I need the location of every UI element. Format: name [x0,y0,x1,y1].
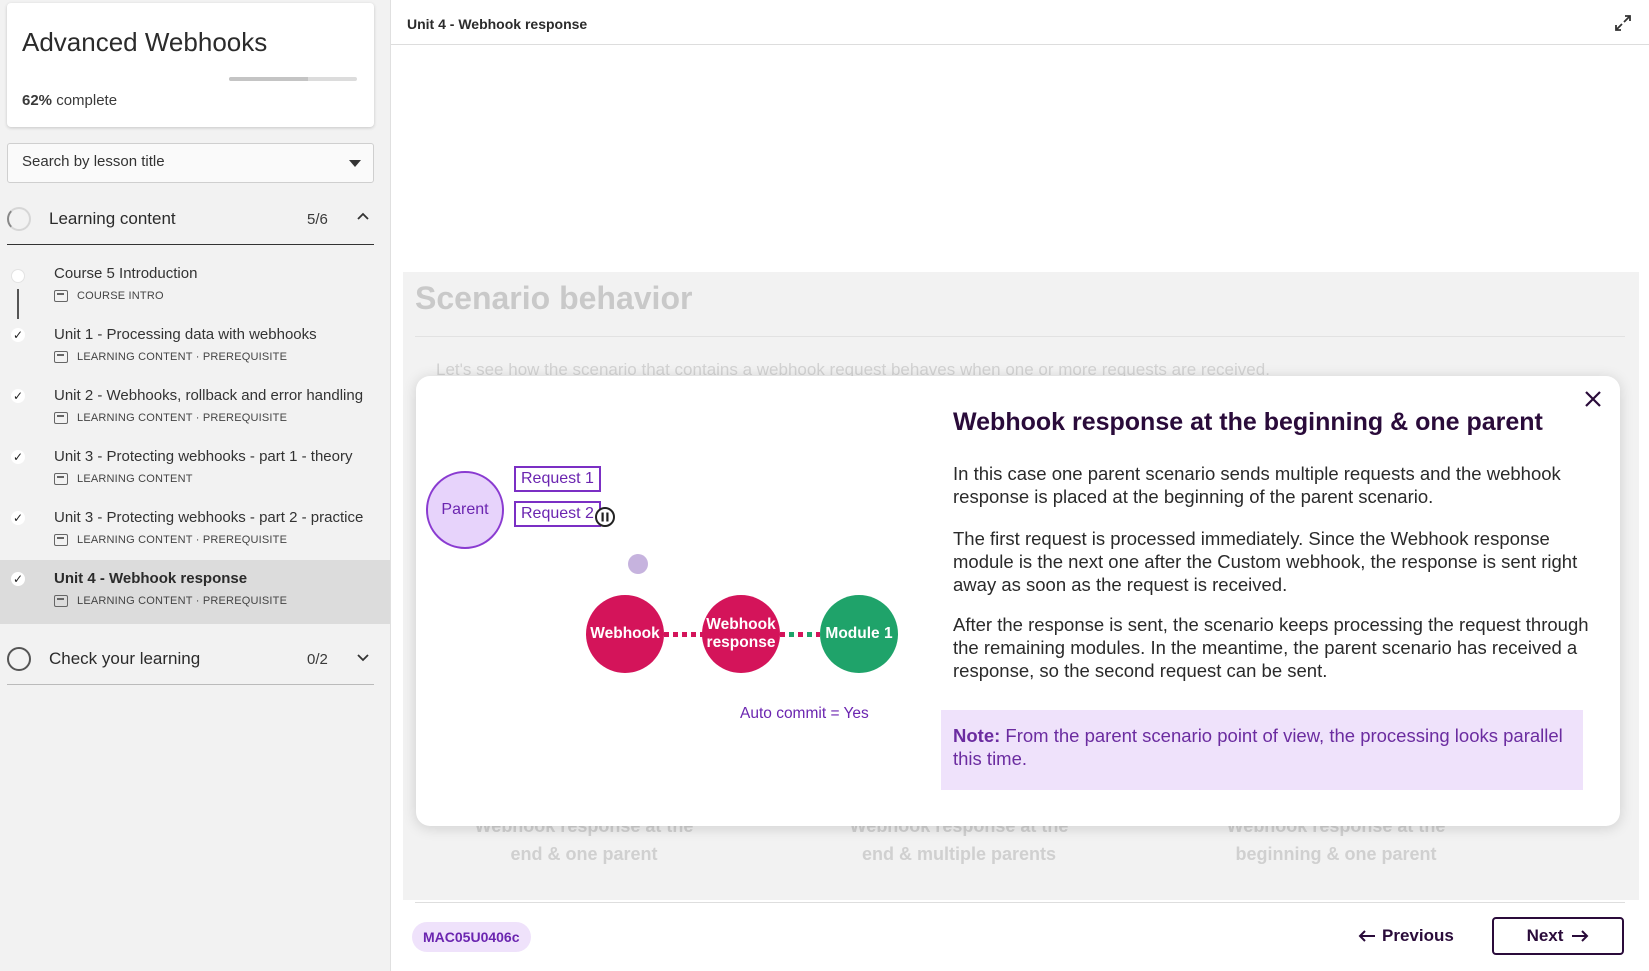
modal-paragraph: After the response is sent, the scenario… [953,614,1589,681]
modal-paragraph: In this case one parent scenario sends m… [953,463,1561,507]
checkmark-icon: ✓ [11,572,25,586]
connector-dots [664,632,704,637]
lesson-item-intro[interactable]: Course 5 Introduction COURSE INTRO [0,255,390,319]
lesson-title: Unit 4 - Webhook response [54,570,248,587]
parent-node: Parent [426,471,504,549]
module-1-node: Module 1 [820,595,898,673]
checkmark-icon: ✓ [11,450,25,464]
previous-label: Previous [1382,926,1454,945]
checkmark-icon: ✓ [11,389,25,403]
close-icon[interactable] [1582,388,1604,410]
document-icon [54,290,68,302]
lesson-item-unit3-part1[interactable]: ✓ Unit 3 - Protecting webhooks - part 1 … [0,438,390,502]
progress-ring-icon [7,207,31,231]
lesson-item-unit2[interactable]: ✓ Unit 2 - Webhooks, rollback and error … [0,377,390,441]
note-label: Note: [953,725,1001,746]
section-check-your-learning[interactable]: Check your learning 0/2 [7,633,374,685]
detail-modal: Parent Request 1 Request 2 Webhook Webho… [416,376,1620,826]
section-count: 5/6 [307,211,328,228]
lesson-meta: LEARNING CONTENT · PREREQUISITE [54,351,287,363]
lesson-meta: LEARNING CONTENT [54,473,193,485]
course-title: Advanced Webhooks [22,27,268,57]
webhook-response-node: Webhook response [702,595,780,673]
section-label: Learning content [49,209,176,228]
course-sidebar: Advanced Webhooks 62% complete Learning … [0,0,390,971]
checkmark-icon: ✓ [11,328,25,342]
request-1-box: Request 1 [514,466,601,492]
expand-icon[interactable] [1614,14,1632,32]
lesson-search[interactable] [7,143,374,183]
checkmark-icon: ✓ [11,511,25,525]
progress-ring-icon [7,647,31,671]
section-count: 0/2 [307,651,328,668]
lesson-title: Unit 3 - Protecting webhooks - part 2 - … [54,509,364,526]
incomplete-dot-icon [11,269,25,283]
lesson-icon [54,351,68,363]
lesson-icon [54,595,68,607]
chevron-down-icon[interactable] [357,651,369,663]
lesson-item-unit1[interactable]: ✓ Unit 1 - Processing data with webhooks… [0,316,390,380]
next-button[interactable]: Next [1492,917,1624,955]
auto-commit-label: Auto commit = Yes [740,705,869,722]
pause-icon[interactable] [594,506,616,528]
lesson-meta: LEARNING CONTENT · PREREQUISITE [54,595,287,607]
lesson-search-input[interactable] [22,153,322,170]
course-progress-fill [229,77,309,81]
lesson-title: Unit 1 - Processing data with webhooks [54,326,317,343]
lesson-header: Unit 4 - Webhook response [391,0,1649,45]
data-bubble [628,554,648,574]
course-card: Advanced Webhooks 62% complete [7,3,374,127]
arrow-left-icon [1358,930,1375,942]
note-box: Note: From the parent scenario point of … [941,710,1583,790]
lesson-item-unit3-part2[interactable]: ✓ Unit 3 - Protecting webhooks - part 2 … [0,499,390,563]
lesson-item-unit4[interactable]: ✓ Unit 4 - Webhook response LEARNING CON… [0,560,390,624]
lesson-icon [54,534,68,546]
course-progress-bar [229,77,357,81]
lesson-icon [54,412,68,424]
connector-dots [780,632,820,637]
lesson-title: Unit 3 - Protecting webhooks - part 1 - … [54,448,353,465]
lesson-viewer: Unit 4 - Webhook response Scenario behav… [390,0,1649,971]
divider [415,902,1625,903]
lesson-title: Course 5 Introduction [54,265,198,282]
webhook-node: Webhook [586,595,664,673]
arrow-right-icon [1572,930,1589,942]
lesson-icon [54,473,68,485]
unit-title: Unit 4 - Webhook response [407,16,588,32]
previous-button[interactable]: Previous [1358,917,1468,955]
modal-heading: Webhook response at the beginning & one … [953,408,1543,436]
lesson-code-badge: MAC05U0406c [412,922,531,952]
modal-paragraph: The first request is processed immediate… [953,528,1578,595]
lesson-title: Unit 2 - Webhooks, rollback and error ha… [54,387,364,404]
chevron-down-icon[interactable] [349,160,361,167]
chevron-up-icon[interactable] [357,211,369,223]
course-progress-text: 62% complete [22,92,118,109]
request-2-box: Request 2 [514,501,601,527]
page-heading: Scenario behavior [415,280,693,316]
divider [415,336,1625,337]
section-label: Check your learning [49,649,201,668]
lesson-meta: COURSE INTRO [54,290,164,302]
section-learning-content[interactable]: Learning content 5/6 [7,193,374,245]
lesson-meta: LEARNING CONTENT · PREREQUISITE [54,534,287,546]
next-label: Next [1526,926,1564,945]
lesson-meta: LEARNING CONTENT · PREREQUISITE [54,412,287,424]
